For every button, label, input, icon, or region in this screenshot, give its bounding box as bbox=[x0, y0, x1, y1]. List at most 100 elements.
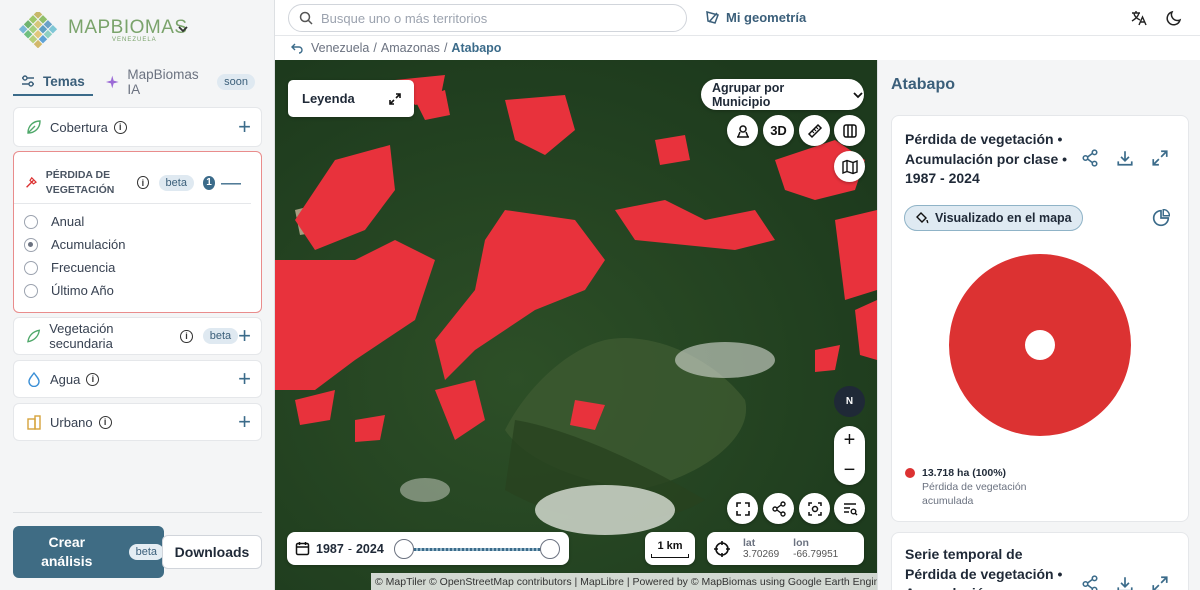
slider-start-handle[interactable] bbox=[393, 538, 414, 559]
donut-chart[interactable] bbox=[948, 253, 1132, 437]
add-layer-button[interactable]: + bbox=[238, 411, 251, 433]
water-drop-icon bbox=[28, 371, 40, 387]
dark-mode-icon[interactable] bbox=[1166, 9, 1183, 26]
compare-columns-button[interactable] bbox=[834, 115, 865, 146]
option-label: Frecuencia bbox=[51, 260, 116, 275]
mapbiomas-logo-icon bbox=[16, 10, 60, 49]
year-range-slider[interactable] bbox=[393, 538, 560, 559]
fullscreen-icon bbox=[735, 501, 750, 516]
zoom-to-area-button[interactable] bbox=[799, 493, 830, 524]
collapse-layer-button[interactable]: — bbox=[221, 173, 241, 193]
calendar-icon[interactable] bbox=[295, 541, 310, 556]
tab-mapbiomas-ia[interactable]: MapBiomas IA soon bbox=[97, 67, 263, 97]
info-icon[interactable]: i bbox=[98, 415, 112, 429]
topbar: Busque uno o más territorios Mi geometrí… bbox=[275, 0, 1200, 36]
query-layers-button[interactable] bbox=[834, 493, 865, 524]
option-anual[interactable]: Anual bbox=[24, 210, 261, 233]
download-icon[interactable] bbox=[1116, 575, 1134, 590]
radio-button[interactable] bbox=[24, 214, 38, 229]
search-input[interactable]: Busque uno o más territorios bbox=[288, 4, 687, 32]
expand-icon[interactable] bbox=[1151, 575, 1169, 590]
info-icon[interactable]: i bbox=[137, 176, 149, 189]
polygon-draw-icon bbox=[706, 10, 719, 24]
mi-geometria-button[interactable]: Mi geometría bbox=[705, 10, 806, 25]
info-icon[interactable]: i bbox=[113, 120, 127, 134]
zoom-in-button[interactable]: + bbox=[844, 429, 856, 452]
layer-agua[interactable]: Agua i + bbox=[13, 360, 262, 398]
visualizado-en-mapa-toggle[interactable]: Visualizado en el mapa bbox=[904, 205, 1083, 231]
leyenda-panel[interactable]: Leyenda bbox=[288, 80, 414, 117]
breadcrumb: Venezuela / Amazonas / Atabapo bbox=[275, 36, 1200, 60]
layer-urbano[interactable]: Urbano i + bbox=[13, 403, 262, 441]
map-pin-user-icon bbox=[736, 124, 749, 138]
measure-ruler-button[interactable] bbox=[799, 115, 830, 146]
add-layer-button[interactable]: + bbox=[238, 368, 251, 390]
crosshair-icon[interactable] bbox=[713, 540, 731, 558]
tab-temas[interactable]: Temas bbox=[13, 68, 93, 96]
lat-field[interactable]: lat 3.70269 bbox=[743, 537, 779, 561]
downloads-button[interactable]: Downloads bbox=[162, 535, 262, 569]
option-acumulacion[interactable]: Acumulación bbox=[24, 233, 261, 256]
ruler-icon bbox=[807, 123, 822, 138]
info-icon[interactable]: i bbox=[180, 329, 193, 343]
breadcrumb-separator: / bbox=[443, 41, 448, 55]
lat-label: lat bbox=[743, 536, 756, 549]
share-icon[interactable] bbox=[1081, 149, 1099, 167]
user-location-button[interactable] bbox=[727, 115, 758, 146]
slider-end-handle[interactable] bbox=[539, 538, 560, 559]
radio-button[interactable] bbox=[24, 237, 38, 252]
option-frecuencia[interactable]: Frecuencia bbox=[24, 256, 261, 279]
logo-name: MAPBIOMAS bbox=[68, 16, 188, 38]
beta-badge: beta bbox=[202, 328, 239, 344]
search-icon bbox=[299, 11, 313, 25]
map-attribution[interactable]: © MapTiler © OpenStreetMap contributors … bbox=[371, 573, 877, 590]
share-icon bbox=[771, 500, 786, 517]
legend-value: 13.718 ha (100%) bbox=[922, 467, 1007, 479]
zoom-out-button[interactable]: − bbox=[844, 459, 856, 482]
share-icon[interactable] bbox=[1081, 575, 1099, 590]
radio-button[interactable] bbox=[24, 260, 38, 275]
chevron-down-icon[interactable] bbox=[176, 22, 190, 36]
logo[interactable]: MAPBIOMAS VENEZUELA bbox=[16, 10, 188, 49]
layer-vegetacion-secundaria[interactable]: Vegetación secundaria i beta + bbox=[13, 317, 262, 355]
pie-chart-icon[interactable] bbox=[1152, 209, 1170, 227]
radio-button[interactable] bbox=[24, 283, 38, 298]
slice-perdida-acumulada[interactable] bbox=[949, 253, 1131, 437]
sprout-icon bbox=[27, 329, 41, 343]
agrupar-por-dropdown[interactable]: Agrupar por Municipio bbox=[701, 79, 864, 110]
translate-icon[interactable] bbox=[1130, 9, 1148, 27]
compass-button[interactable]: N bbox=[834, 386, 865, 417]
list-search-icon bbox=[843, 502, 857, 515]
lat-value: 3.70269 bbox=[743, 548, 780, 560]
chevron-down-icon bbox=[853, 91, 863, 98]
option-label: Anual bbox=[51, 214, 85, 229]
layer-vegetacion-label: Vegetación secundaria bbox=[49, 321, 114, 351]
pill-label: Visualizado en el mapa bbox=[935, 211, 1072, 225]
map-icon bbox=[841, 159, 858, 174]
info-icon[interactable]: i bbox=[86, 372, 100, 386]
breadcrumb-amazonas[interactable]: Amazonas bbox=[381, 41, 440, 55]
layer-cobertura[interactable]: Cobertura i + bbox=[13, 107, 262, 147]
basemap-button[interactable] bbox=[834, 151, 865, 182]
3d-button[interactable]: 3D bbox=[763, 115, 794, 146]
legend-swatch bbox=[905, 468, 915, 478]
add-layer-button[interactable]: + bbox=[238, 325, 251, 347]
building-icon bbox=[27, 415, 41, 430]
add-layer-button[interactable]: + bbox=[238, 116, 251, 138]
breadcrumb-venezuela[interactable]: Venezuela bbox=[311, 41, 369, 55]
crear-analisis-button[interactable]: Crear análisis beta bbox=[13, 526, 164, 578]
sparkle-icon bbox=[105, 75, 119, 89]
expand-icon[interactable] bbox=[388, 92, 402, 106]
share-map-button[interactable] bbox=[763, 493, 794, 524]
tabs: Temas MapBiomas IA soon bbox=[13, 67, 263, 97]
map-canvas[interactable]: Leyenda Agrupar por Municipio 3D N + − 1… bbox=[275, 60, 877, 590]
lon-field[interactable]: lon -66.79951 bbox=[793, 537, 838, 561]
fullscreen-button[interactable] bbox=[727, 493, 758, 524]
mi-geometria-label: Mi geometría bbox=[726, 10, 807, 25]
sliders-icon bbox=[22, 75, 34, 87]
expand-icon[interactable] bbox=[1151, 149, 1169, 167]
download-icon[interactable] bbox=[1116, 149, 1134, 167]
option-ultimo-ano[interactable]: Último Año bbox=[24, 279, 261, 302]
back-arrow-icon[interactable] bbox=[291, 42, 303, 54]
tab-temas-label: Temas bbox=[43, 73, 85, 89]
